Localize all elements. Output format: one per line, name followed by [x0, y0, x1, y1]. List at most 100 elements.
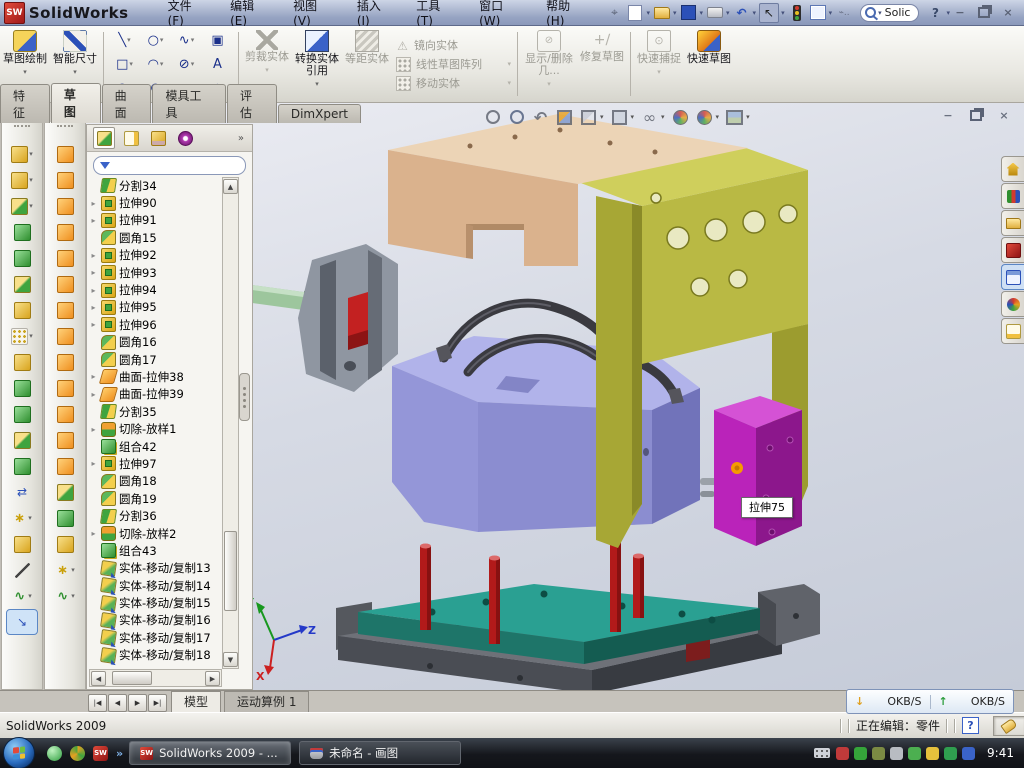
- display-style-icon[interactable]: [611, 109, 628, 126]
- select-button[interactable]: ↖: [759, 3, 779, 23]
- new-file-button[interactable]: [626, 4, 644, 22]
- move-entities-button[interactable]: 移动实体▾: [392, 75, 514, 92]
- tree-item[interactable]: 组合42: [89, 438, 222, 455]
- expand-arrow[interactable]: ▸: [89, 268, 98, 277]
- cavity-block[interactable]: [392, 336, 722, 532]
- replace-face-button[interactable]: [45, 531, 85, 557]
- configurationmanager-tab[interactable]: [147, 127, 169, 149]
- spline-dropdown[interactable]: ▾: [191, 36, 195, 44]
- tab-特征[interactable]: 特征: [0, 84, 50, 123]
- tree-item[interactable]: 实体-移动/复制18: [89, 647, 222, 664]
- knit-surface-button[interactable]: [45, 349, 85, 375]
- extruded-boss-dropdown[interactable]: ▾: [29, 150, 33, 158]
- line-tool[interactable]: ╲▾: [109, 28, 140, 52]
- line-dropdown[interactable]: ▾: [127, 36, 131, 44]
- tab-草图[interactable]: 草图: [51, 83, 101, 123]
- fillet-surface-button[interactable]: [45, 479, 85, 505]
- spline-tool-dropdown[interactable]: ▾: [28, 592, 32, 600]
- thicken-button[interactable]: [45, 453, 85, 479]
- tree-item[interactable]: 实体-移动/复制15: [89, 594, 222, 611]
- tab-运动算例 1[interactable]: 运动算例 1: [224, 691, 309, 712]
- tree-item[interactable]: ▸曲面-拉伸38: [89, 368, 222, 385]
- vertical-scroll-thumb[interactable]: [224, 531, 237, 611]
- security-shield-icon[interactable]: [854, 747, 867, 760]
- expand-arrow[interactable]: ▸: [89, 529, 98, 538]
- antivirus-shield-icon[interactable]: [836, 747, 849, 760]
- search-input[interactable]: Solic: [885, 6, 911, 19]
- nav-3-button[interactable]: ▶|: [148, 694, 167, 712]
- split-button[interactable]: [2, 427, 42, 453]
- tree-item[interactable]: 分割36: [89, 507, 222, 524]
- revolved-boss-button[interactable]: ▾: [2, 167, 42, 193]
- file-explorer-button[interactable]: [1001, 210, 1024, 236]
- ellipse-tool[interactable]: ⊘▾: [171, 52, 202, 76]
- plane-button[interactable]: [2, 531, 42, 557]
- tree-vertical-scrollbar[interactable]: ▲ ▼: [222, 177, 239, 669]
- scroll-up-button[interactable]: ▲: [223, 179, 238, 194]
- extruded-surface-button[interactable]: [45, 141, 85, 167]
- previous-view-icon[interactable]: ↶: [532, 109, 549, 126]
- design-library-button[interactable]: [1001, 183, 1024, 209]
- section-view-icon[interactable]: [556, 109, 573, 126]
- close-button[interactable]: ×: [998, 5, 1018, 20]
- axis-button[interactable]: [2, 557, 42, 583]
- tree-item[interactable]: ▸拉伸94: [89, 281, 222, 298]
- tree-item[interactable]: ▸拉伸92: [89, 247, 222, 264]
- hide-show-items-icon[interactable]: ∞: [641, 109, 658, 126]
- zoom-area-icon[interactable]: [508, 109, 525, 126]
- open-file-button[interactable]: [653, 4, 671, 22]
- convert-entities-button[interactable]: 转换实体引用▾: [292, 26, 342, 102]
- fillet-button[interactable]: ▾: [2, 193, 42, 219]
- tree-item[interactable]: ▸曲面-拉伸39: [89, 386, 222, 403]
- tab-模型[interactable]: 模型: [171, 691, 221, 712]
- tree-item[interactable]: 实体-移动/复制16: [89, 612, 222, 629]
- rapid-sketch-button[interactable]: 快速草图: [684, 26, 734, 102]
- task-solidworks[interactable]: SWSolidWorks 2009 - ...: [129, 741, 291, 765]
- untrim-surface-button[interactable]: [45, 427, 85, 453]
- tab-DimXpert[interactable]: DimXpert: [278, 104, 361, 123]
- trim-surface-button[interactable]: [45, 401, 85, 427]
- expand-arrow[interactable]: ▸: [89, 216, 98, 225]
- filled-surface-button[interactable]: [45, 323, 85, 349]
- scroll-down-button[interactable]: ▼: [223, 652, 238, 667]
- text-tool[interactable]: A: [202, 52, 233, 76]
- power-trim-icon[interactable]: ⌁..: [835, 4, 853, 22]
- surface-spline-dropdown[interactable]: ▾: [71, 592, 75, 600]
- start-button[interactable]: [3, 737, 35, 768]
- print-dropdown[interactable]: ▾: [726, 9, 730, 17]
- tab-模具工具[interactable]: 模具工具: [152, 84, 226, 123]
- tree-item[interactable]: ▸切除-放样1: [89, 420, 222, 437]
- side-block[interactable]: [714, 396, 802, 546]
- extend-surface-button[interactable]: [45, 375, 85, 401]
- open-dropdown[interactable]: ▾: [673, 9, 677, 17]
- toolbar-grip[interactable]: [57, 125, 73, 135]
- messenger-icon[interactable]: [47, 746, 62, 761]
- combine-button[interactable]: [2, 453, 42, 479]
- point-dropdown[interactable]: ▾: [28, 514, 32, 522]
- expand-arrow[interactable]: ▸: [89, 303, 98, 312]
- panel-splitter-grip[interactable]: [239, 373, 250, 421]
- expand-arrow[interactable]: ▸: [89, 425, 98, 434]
- expand-arrow[interactable]: ▸: [89, 372, 98, 381]
- lofted-boss-button[interactable]: [2, 245, 42, 271]
- view-palette-button[interactable]: [1001, 264, 1024, 290]
- network-warning-icon[interactable]: [926, 747, 939, 760]
- expand-arrow[interactable]: ▸: [89, 459, 98, 468]
- updater-icon[interactable]: [908, 747, 921, 760]
- tree-item[interactable]: ▸拉伸90: [89, 194, 222, 211]
- status-help-icon[interactable]: ?: [962, 717, 979, 734]
- scroll-right-button[interactable]: ▶: [205, 671, 220, 686]
- appearances-scenes-button[interactable]: [1001, 291, 1024, 317]
- linear-sketch-pattern-button[interactable]: 线性草图阵列▾: [392, 56, 514, 73]
- circle-tool[interactable]: ○▾: [140, 28, 171, 52]
- tab-评估[interactable]: 评估: [227, 84, 277, 123]
- boundary-surface-button[interactable]: [45, 245, 85, 271]
- circle-dropdown[interactable]: ▾: [160, 36, 164, 44]
- doc-minimize-button[interactable]: −: [938, 108, 958, 123]
- revolved-boss-dropdown[interactable]: ▾: [29, 176, 33, 184]
- expand-arrow[interactable]: ▸: [89, 286, 98, 295]
- nav-0-button[interactable]: |◀: [88, 694, 107, 712]
- reference-geometry-button[interactable]: [2, 297, 42, 323]
- view-orientation-icon[interactable]: [580, 109, 597, 126]
- zoom-fit-icon[interactable]: [484, 109, 501, 126]
